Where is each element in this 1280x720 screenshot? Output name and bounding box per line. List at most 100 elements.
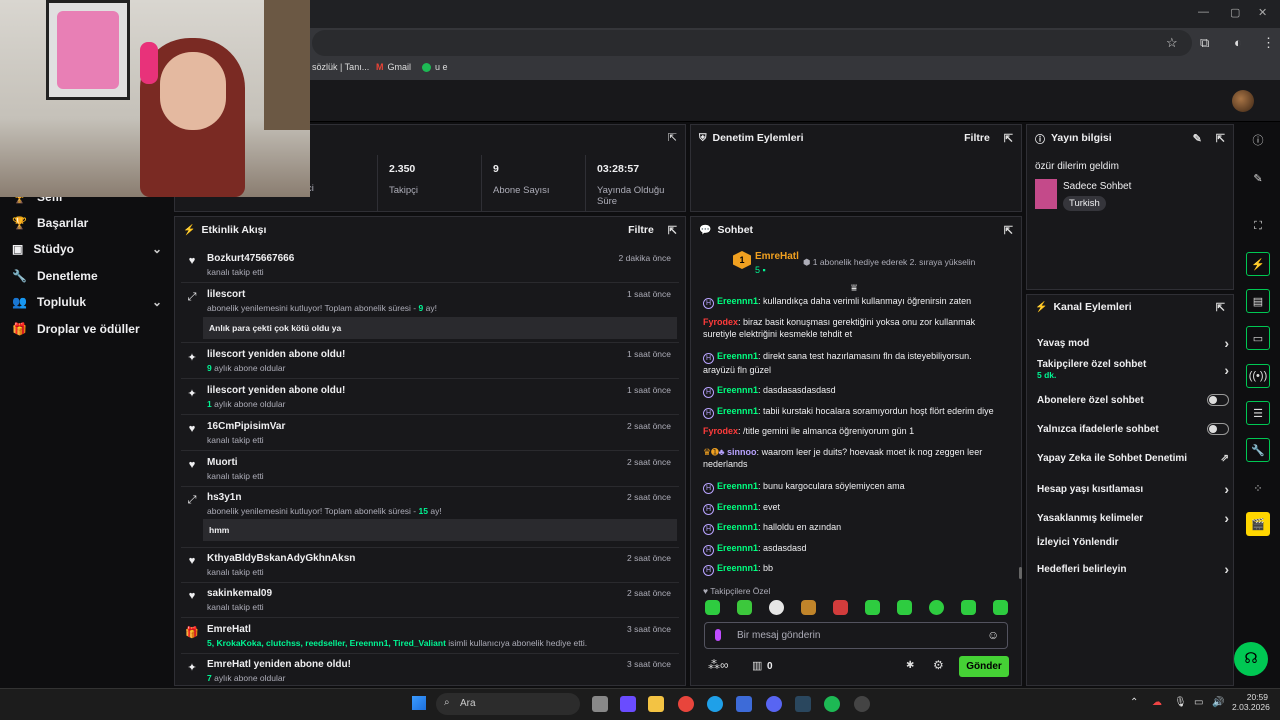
activity-item[interactable]: ✦ lilescort yeniden abone oldu! 1 aylık ab… [181,385,679,415]
close-icon[interactable]: ✕ [1258,6,1267,19]
chat-username[interactable]: Ereennn1 [717,502,758,512]
emote-icon[interactable] [897,600,912,615]
chat-username[interactable]: Ereennn1 [717,522,758,532]
discord-icon[interactable] [766,696,782,712]
chat-username[interactable]: Ereennn1 [717,543,758,553]
steam-icon[interactable] [795,696,811,712]
chat-username[interactable]: sinnoo [727,447,757,457]
collapse-icon[interactable]: ⩸ [851,283,857,294]
emote-icon[interactable] [833,600,848,615]
microphone-icon[interactable]: 🎙 [1174,697,1187,708]
activity-item[interactable]: ⤢ hs3y1n abonelik yenilemesini kutluyor! T… [181,492,679,548]
sidebar-item-drops[interactable]: 🎁 Droplar ve ödüller [12,322,162,336]
chat-message[interactable]: H Ereennn1: evet [703,501,1003,515]
activity-item[interactable]: ✦ EmreHatl yeniden abone oldu! 7 aylık abo… [181,659,679,685]
chat-username[interactable]: Ereennn1 [717,406,758,416]
chat-message[interactable]: H Ereennn1: tabii kurstaki hocalara soram… [703,405,1003,419]
emote-icon[interactable] [705,600,720,615]
windows-start-icon[interactable] [412,696,426,710]
chat-input[interactable]: Bir mesaj gönderin ☺ [704,622,1008,649]
chat-message[interactable]: ♛➊♣ sinnoo: waarom leer je duits? hoevaa… [703,446,1003,470]
wrench-icon[interactable]: 🔧 [1246,438,1270,462]
store-icon[interactable] [736,696,752,712]
share-icon[interactable]: ⁘ [1246,476,1270,500]
chat-message[interactable]: H Ereennn1: bunu kargoculara söylemiycen … [703,480,1003,494]
chrome-icon[interactable] [678,696,694,712]
chat-message[interactable]: Fyrodex: /title gemini ile almanca öğren… [703,425,1003,437]
gear-icon[interactable]: ✱ [906,660,914,671]
file-explorer-icon[interactable] [648,696,664,712]
popout-icon[interactable]: ⇱ [668,131,677,144]
info-icon[interactable]: ⓘ [1246,128,1270,152]
emote-icon[interactable] [865,600,880,615]
bookmark-sozluk[interactable]: sözlük | Tanı... [312,62,369,72]
bookmark-gmail[interactable]: M Gmail [376,62,411,72]
sidebar-item-community[interactable]: 👥 Topluluk ⌄ [12,295,162,309]
emote-icon[interactable] [961,600,976,615]
headset-icon[interactable]: ☊ [1234,642,1268,676]
obs-icon[interactable] [854,696,870,712]
banned-words-row[interactable]: Yasaklanmış kelimeler › [1037,510,1229,526]
subscribers-only-toggle[interactable] [1207,394,1229,406]
sidebar-item-moderation[interactable]: 🔧 Denetleme [12,269,162,283]
maximize-icon[interactable]: ▢ [1230,6,1240,19]
chat-username[interactable]: Fyrodex [703,426,738,436]
chat-message[interactable]: H Ereennn1: direkt sana test hazırlamasın… [703,350,1003,376]
popout-icon[interactable]: ⇱ [1004,132,1013,145]
chat-message[interactable]: H Ereennn1: kullandıkça daha verimli kull… [703,295,1003,309]
chat-message[interactable]: H Ereennn1: dasdasasdasdasd [703,384,1003,398]
popout-icon[interactable]: ⇱ [1216,132,1225,145]
task-view-icon[interactable] [592,696,608,712]
activity-item[interactable]: ✦ lilescort yeniden abone oldu! 9 aylık ab… [181,349,679,379]
sidebar-item-studio[interactable]: ▣ Stüdyo ⌄ [12,242,162,256]
chat-username[interactable]: Ereennn1 [717,563,758,573]
filter-button[interactable]: Filtre [628,224,654,236]
activity-item[interactable]: ⤢ lilescort abonelik yenilemesini kutluyor… [181,289,679,343]
activity-item[interactable]: ♥ Muorti kanalı takip etti 2 saat önce [181,457,679,487]
popout-icon[interactable]: ⇱ [1004,224,1013,237]
activity-item[interactable]: ♥ sakinkemal09 kanalı takip etti 2 saat önc… [181,588,679,618]
tag-badge[interactable]: Turkish [1063,196,1106,211]
chat-username[interactable]: Ereennn1 [717,351,758,361]
chat-message[interactable]: H Ereennn1: halloldu en azından [703,521,1003,535]
display-icon[interactable]: ▭ [1194,697,1203,708]
account-age-row[interactable]: Hesap yaşı kısıtlaması › [1037,481,1229,497]
goals-row[interactable]: Hedefleri belirleyin › [1037,561,1229,577]
mod-tools-icon[interactable]: ⚙ [933,658,944,672]
emote-only-toggle[interactable] [1207,423,1229,435]
menu-icon[interactable]: ⋮ [1262,35,1275,51]
slow-mode-row[interactable]: Yavaş mod › [1037,335,1229,351]
emote-icon[interactable] [737,600,752,615]
emote-icon[interactable] [929,600,944,615]
raid-row[interactable]: İzleyici Yönlendir [1037,537,1229,548]
bookmark-ue[interactable]: u e [422,62,448,72]
clock[interactable]: 20:59 2.03.2026 [1232,692,1270,712]
microphone-icon[interactable] [715,629,721,641]
popout-icon[interactable]: ⇱ [668,224,677,237]
emoji-icon[interactable]: ☺ [987,628,999,642]
activity-item[interactable]: 🎁 EmreHatl 5, KrokaKoka, clutchss, reedsel… [181,624,679,654]
list-icon[interactable]: ☰ [1246,401,1270,425]
emote-icon[interactable] [769,600,784,615]
minimize-icon[interactable]: — [1198,6,1209,18]
address-bar[interactable] [312,30,1192,56]
leaderboard-user[interactable]: EmreHatl [755,251,799,262]
filter-button[interactable]: Filtre [964,132,990,144]
viewers-icon[interactable]: ⁂∞ [708,658,729,672]
notes-icon[interactable]: ▤ [1246,289,1270,313]
activity-item[interactable]: ♥ 16CmPipisimVar kanalı takip etti 2 saat ö… [181,421,679,451]
category-name[interactable]: Sadece Sohbet [1063,181,1131,192]
extensions-icon[interactable]: ⧉ [1200,35,1209,51]
chat-username[interactable]: Fyrodex [703,317,738,327]
tray-app-icon[interactable]: ☁ [1152,697,1162,708]
star-icon[interactable]: ☆ [1166,35,1178,51]
chat-username[interactable]: Ereennn1 [717,385,758,395]
edit-icon[interactable]: ✎ [1246,166,1270,190]
volume-icon[interactable]: 🔊 [1212,697,1224,708]
activity-item[interactable]: ♥ Bozkurt475667666 kanalı takip etti 2 daki… [181,253,679,283]
edge-icon[interactable] [707,696,723,712]
chat-username[interactable]: Ereennn1 [717,296,758,306]
activity-item[interactable]: ♥ KthyaBldyBskanAdyGkhnAksn kanalı takip e… [181,553,679,583]
chat-icon[interactable]: ▭ [1246,326,1270,350]
bolt-icon[interactable]: ⚡ [1246,252,1270,276]
